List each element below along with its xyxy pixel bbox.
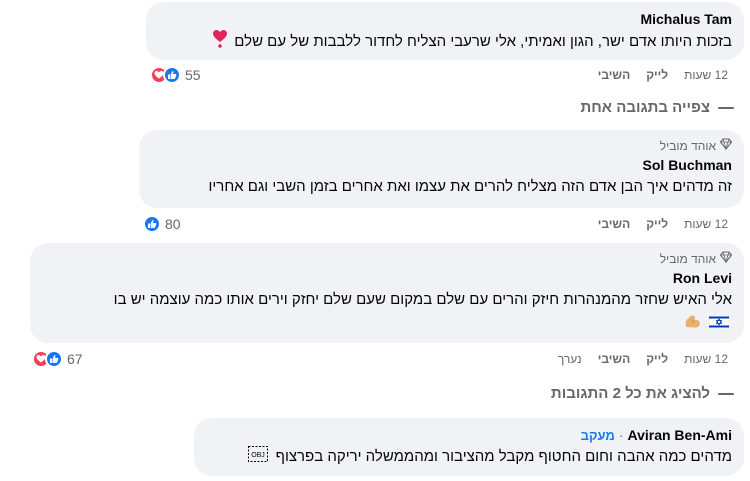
- top-fan-badge: אוהד מוביל: [42, 251, 733, 266]
- comment-author[interactable]: Ron Levi: [42, 269, 732, 287]
- like-button[interactable]: לייק: [646, 351, 668, 367]
- comment-timestamp[interactable]: 12 שעות: [684, 67, 728, 83]
- comment-body: זה מדהים איך הבן אדם הזה מצליח להרים את …: [208, 178, 732, 195]
- comment-bubble: אוהד מוביל Sol Buchman זה מדהים איך הבן …: [139, 130, 744, 208]
- reply-button[interactable]: השיבי: [598, 216, 630, 232]
- comment-text: אלי האיש שחזר מהמנהרות חיזק והרים עם שלם…: [42, 289, 732, 310]
- flexed-biceps-icon: [684, 313, 702, 335]
- svg-text:OBJ: OBJ: [252, 452, 266, 459]
- view-replies-link[interactable]: צפייה בתגובה אחת: [581, 99, 734, 116]
- comment-text: בזכות היותו אדם ישר, הגון ואמיתי, אלי שר…: [158, 30, 732, 54]
- comment-actions: 12 שעות לייק השיבי: [598, 216, 728, 232]
- comment-text: זה מדהים איך הבן אדם הזה מצליח להרים את …: [151, 176, 732, 197]
- reaction-count: 55: [185, 67, 201, 83]
- comment-body: מדהים כמה אהבה וחום החטוף מקבל מהציבור ו…: [275, 448, 732, 465]
- reaction-icons: [32, 350, 63, 368]
- reply-button[interactable]: השיבי: [598, 351, 630, 367]
- comment-author[interactable]: Sol Buchman: [151, 156, 732, 174]
- view-all-replies-link[interactable]: להציג את כל 2 התגובות: [551, 385, 734, 402]
- comment-actions: 12 שעות לייק השיבי נערך: [558, 351, 728, 367]
- obj-replacement-icon: OBJ: [248, 446, 269, 468]
- top-fan-badge: אוהד מוביל: [151, 138, 733, 153]
- like-reaction-icon: [143, 215, 161, 233]
- author-line: Aviran Ben-Ami · מעקב: [206, 426, 732, 444]
- thread-line: [718, 106, 734, 109]
- comment-actions: 12 שעות לייק השיבי: [598, 67, 728, 83]
- diamond-icon: [719, 251, 733, 266]
- like-reaction-icon: [45, 350, 63, 368]
- israel-flag-icon: [708, 314, 730, 335]
- comment-timestamp[interactable]: 12 שעות: [684, 216, 728, 232]
- view-replies-label[interactable]: צפייה בתגובה אחת: [581, 99, 710, 116]
- comment-body: בזכות היותו אדם ישר, הגון ואמיתי, אלי שר…: [234, 32, 732, 50]
- reply-button[interactable]: השיבי: [598, 67, 630, 83]
- badge-label: אוהד מוביל: [659, 251, 716, 266]
- reaction-summary[interactable]: 67: [32, 350, 83, 368]
- diamond-icon: [719, 138, 733, 153]
- reaction-summary[interactable]: 55: [150, 66, 201, 84]
- edited-label[interactable]: נערך: [558, 351, 582, 367]
- badge-label: אוהד מוביל: [659, 138, 716, 153]
- reaction-count: 80: [165, 216, 181, 232]
- comment-bubble: Michalus Tam בזכות היותו אדם ישר, הגון ו…: [146, 2, 744, 60]
- follow-button[interactable]: מעקב: [581, 428, 615, 443]
- comment-text: מדהים כמה אהבה וחום החטוף מקבל מהציבור ו…: [206, 446, 732, 468]
- separator-dot: ·: [618, 427, 624, 443]
- reaction-icons: [150, 66, 181, 84]
- heart-exclamation-icon: [213, 30, 228, 54]
- comment-emojis: [42, 313, 732, 335]
- comment-bubble: Aviran Ben-Ami · מעקב מדהים כמה אהבה וחו…: [194, 418, 744, 476]
- comment-author[interactable]: Aviran Ben-Ami: [627, 426, 732, 444]
- comment-author[interactable]: Michalus Tam: [158, 10, 732, 28]
- reaction-summary[interactable]: 80: [143, 215, 181, 233]
- view-all-replies-label[interactable]: להציג את כל 2 התגובות: [551, 385, 710, 402]
- like-button[interactable]: לייק: [646, 67, 668, 83]
- reaction-icons: [143, 215, 161, 233]
- reaction-count: 67: [67, 351, 83, 367]
- comment-bubble: אוהד מוביל Ron Levi אלי האיש שחזר מהמנהר…: [30, 243, 744, 343]
- comment-timestamp[interactable]: 12 שעות: [684, 351, 728, 367]
- like-reaction-icon: [163, 66, 181, 84]
- thread-line: [718, 392, 734, 395]
- comment-body: אלי האיש שחזר מהמנהרות חיזק והרים עם שלם…: [113, 291, 732, 308]
- like-button[interactable]: לייק: [646, 216, 668, 232]
